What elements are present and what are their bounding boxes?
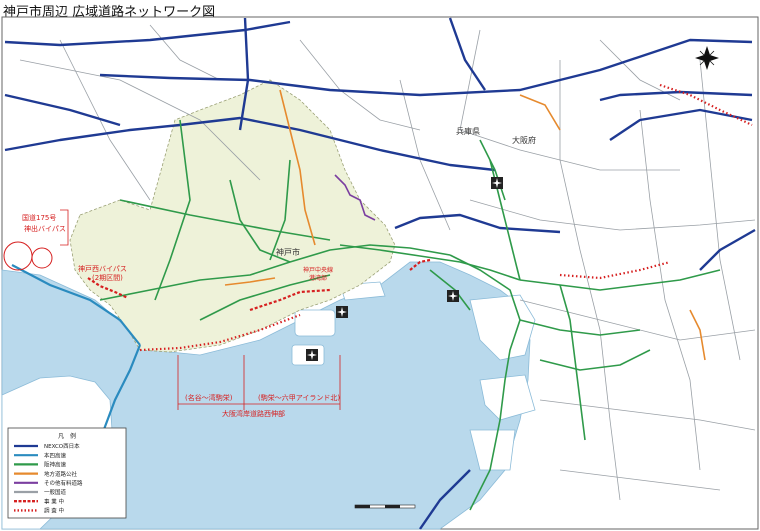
- port-island: [294, 309, 336, 337]
- map-root: 神戸市周辺 広域道路ネットワーク図 兵庫県 大阪府 神戸市 国道175号 神出バ…: [0, 0, 760, 531]
- airplane-icon: [491, 177, 503, 189]
- scale-bar: [354, 504, 416, 509]
- annotation-kobe-central: 神戸中央線: [303, 266, 333, 274]
- annotation-kobe-nishi-bypass-sub: (2期区間): [92, 274, 123, 282]
- annotation-kobe-nishi-bypass: 神戸西バイパス: [78, 264, 127, 273]
- legend-label: NEXCO西日本: [44, 442, 80, 450]
- annotation-kobe-central-sub: 港湾部: [309, 274, 327, 282]
- legend-label: 阪神高速: [44, 461, 67, 469]
- legend-label: 地方道路公社: [44, 470, 78, 478]
- place-label-hyogo: 兵庫県: [456, 126, 480, 136]
- place-label-osaka: 大阪府: [512, 135, 536, 145]
- legend-label: 一般国道: [44, 488, 67, 496]
- legend-label: その他有料道路: [44, 479, 83, 487]
- road-network-map: 兵庫県 大阪府 神戸市 国道175号 神出バイパス 神戸西バイパス (2期区間)…: [1, 16, 759, 530]
- airplane-icon: [336, 306, 348, 318]
- airplane-icon: [306, 349, 318, 361]
- airplane-icon: [447, 290, 459, 302]
- annotation-kande-bypass: 神出バイパス: [24, 224, 66, 233]
- legend-title: 凡 例: [58, 432, 76, 440]
- legend-label: 調 査 中: [44, 507, 64, 515]
- annotation-route175: 国道175号: [22, 213, 56, 222]
- span-label-east: (駒栄～六甲アイランド北): [258, 393, 340, 402]
- legend-label: 本四高速: [44, 451, 67, 459]
- span-label-west: (名谷～湾駒栄): [185, 393, 233, 402]
- osaka-bay-west-label: 大阪湾岸道路西伸部: [222, 409, 285, 418]
- legend-label: 事 業 中: [44, 497, 64, 505]
- legend: 凡 例 NEXCO西日本本四高速阪神高速地方道路公社その他有料道路一般国道事 業…: [7, 427, 127, 519]
- place-label-kobe: 神戸市: [276, 247, 300, 257]
